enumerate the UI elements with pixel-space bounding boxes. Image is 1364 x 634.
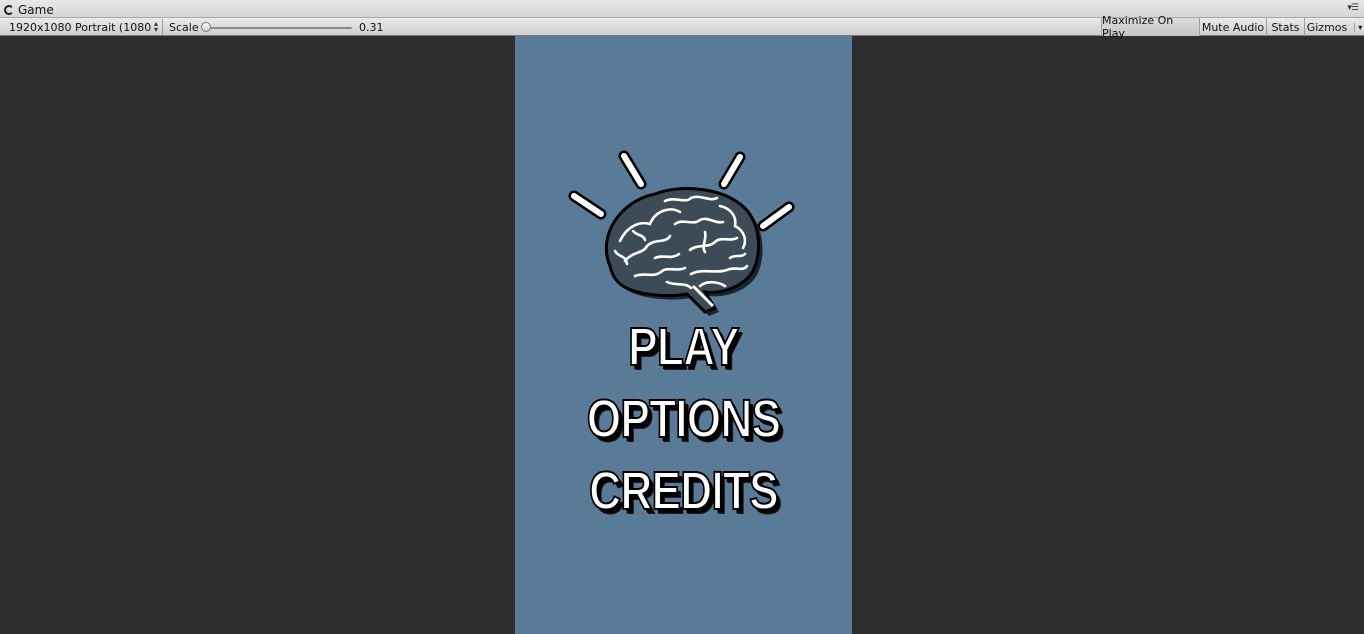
game-toolbar: 1920x1080 Portrait (1080x ▴ ▾ Scale 0.31 … bbox=[0, 14, 1364, 40]
credits-button[interactable]: CREDITS bbox=[545, 460, 821, 522]
scale-value: 0.31 bbox=[359, 21, 384, 34]
game-tab-title: Game bbox=[18, 3, 54, 17]
maximize-on-play-button[interactable]: Maximize On Play bbox=[1101, 14, 1199, 40]
stats-label: Stats bbox=[1271, 20, 1300, 34]
options-button[interactable]: OPTIONS bbox=[545, 388, 821, 450]
gizmos-button[interactable]: Gizmos ▾ bbox=[1304, 18, 1364, 36]
game-tab-icon bbox=[4, 5, 14, 15]
dropdown-arrows-icon: ▴ ▾ bbox=[154, 19, 159, 34]
mute-audio-label: Mute Audio bbox=[1201, 20, 1265, 34]
tab-menu-icon[interactable]: ▾☰ bbox=[1347, 3, 1359, 13]
scale-slider-thumb[interactable] bbox=[201, 22, 211, 32]
gizmos-label: Gizmos bbox=[1306, 20, 1348, 34]
game-tab[interactable]: Game bbox=[4, 2, 54, 18]
gizmos-dropdown-icon[interactable]: ▾ bbox=[1354, 22, 1362, 32]
scale-label: Scale bbox=[169, 21, 199, 34]
maximize-on-play-label: Maximize On Play bbox=[1102, 14, 1174, 40]
stats-button[interactable]: Stats bbox=[1266, 18, 1304, 36]
mute-audio-button[interactable]: Mute Audio bbox=[1199, 18, 1266, 36]
resolution-dropdown[interactable]: 1920x1080 Portrait (1080x ▴ ▾ bbox=[4, 19, 163, 35]
scale-slider-track[interactable] bbox=[206, 27, 352, 29]
game-viewport: PLAY OPTIONS CREDITS bbox=[515, 36, 852, 634]
resolution-label: 1920x1080 Portrait (1080x bbox=[9, 20, 152, 34]
play-button[interactable]: PLAY bbox=[545, 316, 821, 378]
